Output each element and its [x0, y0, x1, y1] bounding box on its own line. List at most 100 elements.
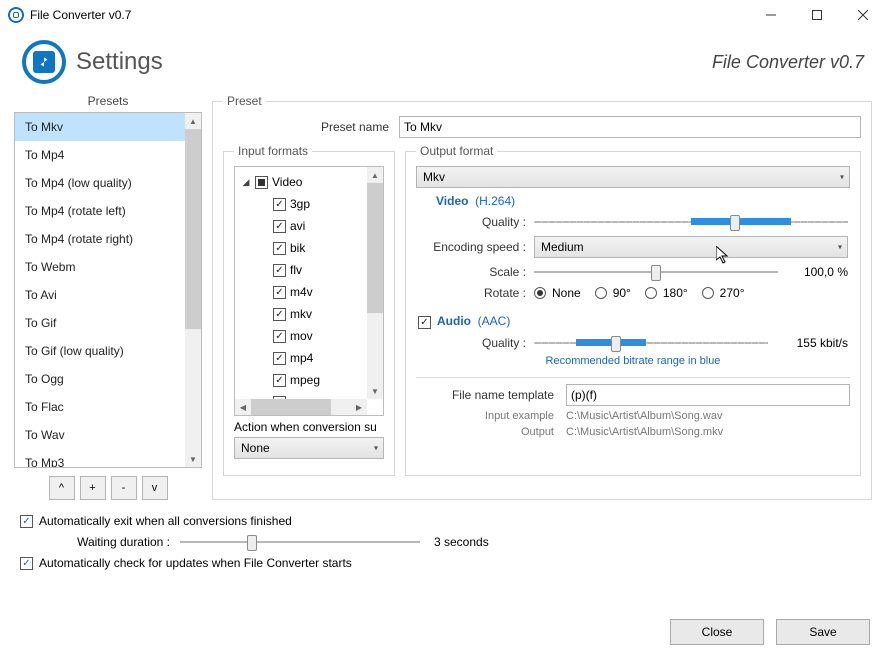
- slider-thumb[interactable]: [651, 265, 661, 281]
- video-quality-label: Quality :: [418, 215, 534, 229]
- preset-item[interactable]: To Mkv: [15, 113, 185, 141]
- checkbox[interactable]: [273, 220, 286, 233]
- scrollbar-thumb[interactable]: [367, 183, 383, 313]
- input-example-label: Input example: [416, 410, 566, 422]
- audio-codec: (AAC): [478, 314, 511, 328]
- presets-listbox[interactable]: To Mkv To Mp4 To Mp4 (low quality) To Mp…: [14, 112, 202, 468]
- checkbox[interactable]: [273, 330, 286, 343]
- input-formats-legend: Input formats: [234, 144, 312, 158]
- scrollbar-thumb[interactable]: [185, 129, 201, 329]
- waiting-duration-slider[interactable]: [180, 532, 420, 552]
- audio-section-title: Audio: [437, 314, 471, 328]
- app-icon: [8, 7, 24, 23]
- preset-panel: Preset Preset name Input formats ◢Video …: [212, 94, 872, 500]
- preset-item[interactable]: To Mp4 (rotate left): [15, 197, 185, 225]
- filename-template-input[interactable]: [566, 384, 850, 406]
- preset-item[interactable]: To Gif (low quality): [15, 337, 185, 365]
- waiting-duration-label: Waiting duration :: [60, 535, 180, 549]
- preset-item[interactable]: To Mp3: [15, 449, 185, 467]
- audio-enable-checkbox[interactable]: [418, 316, 431, 329]
- action-label: Action when conversion su: [234, 420, 384, 434]
- radio-icon: [595, 287, 607, 299]
- preset-item[interactable]: To Flac: [15, 393, 185, 421]
- scrollbar[interactable]: ▲ ▼: [185, 113, 201, 467]
- chevron-up-icon[interactable]: ▲: [185, 113, 201, 129]
- checkbox[interactable]: [273, 198, 286, 211]
- collapse-icon[interactable]: ◢: [241, 177, 251, 188]
- checkbox[interactable]: [273, 308, 286, 321]
- audio-quality-value: 155 kbit/s: [768, 336, 848, 350]
- window-title: File Converter v0.7: [30, 8, 131, 22]
- close-button[interactable]: [840, 0, 886, 30]
- checkbox[interactable]: [273, 264, 286, 277]
- minimize-button[interactable]: [748, 0, 794, 30]
- scrollbar[interactable]: ▲ ▼: [367, 167, 383, 399]
- preset-name-input[interactable]: [399, 116, 861, 138]
- encoding-speed-label: Encoding speed :: [418, 240, 534, 254]
- scale-slider[interactable]: [534, 262, 778, 282]
- output-format-combo[interactable]: Mkv: [416, 166, 850, 188]
- preset-item[interactable]: To Mp4: [15, 141, 185, 169]
- output-format-legend: Output format: [416, 144, 497, 158]
- input-example-value: C:\Music\Artist\Album\Song.wav: [566, 410, 723, 422]
- input-formats-panel: Input formats ◢Video 3gp avi bik flv m4v…: [223, 144, 395, 476]
- encoding-speed-combo[interactable]: Medium: [534, 236, 848, 258]
- radio-icon: [534, 287, 546, 299]
- preset-item[interactable]: To Avi: [15, 281, 185, 309]
- preset-item[interactable]: To Mp4 (rotate right): [15, 225, 185, 253]
- preset-item[interactable]: To Gif: [15, 309, 185, 337]
- checkbox[interactable]: [273, 374, 286, 387]
- preset-item[interactable]: To Mp4 (low quality): [15, 169, 185, 197]
- rotate-option-270[interactable]: 270°: [702, 286, 745, 300]
- rotate-label: Rotate :: [418, 286, 534, 300]
- audio-quality-label: Quality :: [418, 336, 534, 350]
- checkbox-mixed[interactable]: [255, 176, 268, 189]
- video-section-title: Video: [436, 194, 468, 208]
- chevron-up-icon[interactable]: ▲: [367, 167, 383, 183]
- scale-value: 100,0 %: [778, 265, 848, 279]
- save-button[interactable]: Save: [776, 619, 870, 645]
- action-combo[interactable]: None: [234, 437, 384, 459]
- auto-update-label: Automatically check for updates when Fil…: [39, 556, 352, 570]
- preset-name-label: Preset name: [223, 120, 399, 134]
- add-preset-button[interactable]: +: [80, 476, 106, 500]
- audio-hint: Recommended bitrate range in blue: [418, 355, 848, 367]
- move-up-button[interactable]: ^: [49, 476, 75, 500]
- slider-thumb[interactable]: [730, 215, 740, 231]
- maximize-button[interactable]: [794, 0, 840, 30]
- rotate-option-180[interactable]: 180°: [645, 286, 688, 300]
- rotate-option-90[interactable]: 90°: [595, 286, 631, 300]
- video-codec: (H.264): [475, 194, 515, 208]
- preset-item[interactable]: To Ogg: [15, 365, 185, 393]
- auto-exit-checkbox[interactable]: [20, 515, 33, 528]
- radio-icon: [645, 287, 657, 299]
- checkbox[interactable]: [273, 352, 286, 365]
- close-dialog-button[interactable]: Close: [670, 619, 764, 645]
- rotate-option-none[interactable]: None: [534, 286, 581, 300]
- auto-update-checkbox[interactable]: [20, 557, 33, 570]
- chevron-down-icon[interactable]: ▼: [367, 383, 383, 399]
- chevron-right-icon[interactable]: ▶: [351, 399, 367, 415]
- scrollbar-thumb[interactable]: [251, 399, 331, 415]
- preset-item[interactable]: To Wav: [15, 421, 185, 449]
- checkbox[interactable]: [273, 286, 286, 299]
- titlebar: File Converter v0.7: [0, 0, 886, 30]
- presets-title: Presets: [14, 94, 202, 108]
- chevron-down-icon[interactable]: ▼: [185, 451, 201, 467]
- remove-preset-button[interactable]: -: [111, 476, 137, 500]
- scale-label: Scale :: [418, 265, 534, 279]
- chevron-left-icon[interactable]: ◀: [235, 399, 251, 415]
- checkbox[interactable]: [273, 242, 286, 255]
- scrollbar-horizontal[interactable]: ◀ ▶: [235, 399, 367, 415]
- header: Settings File Converter v0.7: [0, 30, 886, 90]
- logo-icon: [22, 40, 66, 84]
- slider-thumb[interactable]: [247, 535, 257, 551]
- auto-exit-label: Automatically exit when all conversions …: [39, 514, 292, 528]
- move-down-button[interactable]: v: [142, 476, 168, 500]
- input-formats-tree[interactable]: ◢Video 3gp avi bik flv m4v mkv mov mp4 m…: [235, 167, 367, 399]
- audio-quality-slider[interactable]: [534, 333, 768, 353]
- slider-thumb[interactable]: [611, 336, 621, 352]
- preset-item[interactable]: To Webm: [15, 253, 185, 281]
- waiting-duration-value: 3 seconds: [420, 535, 489, 549]
- video-quality-slider[interactable]: [534, 212, 848, 232]
